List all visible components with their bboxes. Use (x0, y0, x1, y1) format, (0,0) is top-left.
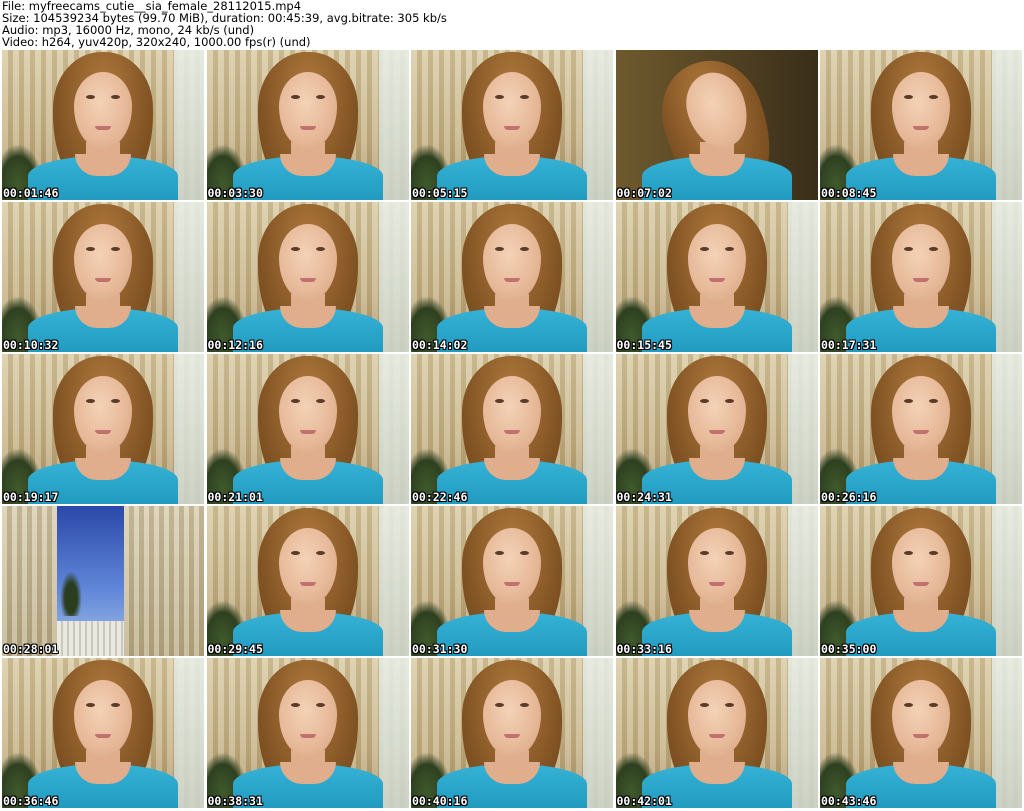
thumbnail-timestamp: 00:10:32 (3, 338, 59, 352)
thumbnail-timestamp: 00:03:30 (207, 186, 263, 200)
thumbnail: 00:19:17 (2, 354, 204, 504)
thumbnail: 00:24:31 (615, 354, 818, 504)
video-info-line: Video: h264, yuv420p, 320x240, 1000.00 f… (2, 35, 311, 49)
thumbnail-timestamp: 00:28:01 (3, 642, 59, 656)
thumbnail-timestamp: 00:31:30 (412, 642, 468, 656)
thumbnail: 00:38:31 (206, 658, 409, 808)
thumbnail: 00:10:32 (2, 202, 204, 352)
thumbnail: 00:15:45 (615, 202, 818, 352)
thumbnail: 00:17:31 (820, 202, 1022, 352)
thumbnail-timestamp: 00:12:16 (207, 338, 263, 352)
thumbnail-timestamp: 00:17:31 (821, 338, 877, 352)
thumbnail: 00:28:01 (2, 506, 204, 656)
thumbnail-timestamp: 00:22:46 (412, 490, 468, 504)
thumbnail: 00:21:01 (206, 354, 409, 504)
thumbnail-timestamp: 00:40:16 (412, 794, 468, 808)
thumbnail: 00:03:30 (206, 50, 409, 200)
thumbnail-grid: 00:01:46 00:03:30 00:05:15 00:07:02 00:0… (2, 50, 1022, 811)
thumbnail: 00:05:15 (411, 50, 613, 200)
thumbnail-timestamp: 00:15:45 (616, 338, 672, 352)
thumbnail-timestamp: 00:36:46 (3, 794, 59, 808)
file-info-header: File: myfreecams_cutie__sia_female_28112… (2, 0, 1022, 50)
thumbnail: 00:43:46 (820, 658, 1022, 808)
thumbnail-timestamp: 00:35:00 (821, 642, 877, 656)
thumbnail-timestamp: 00:19:17 (3, 490, 59, 504)
thumbnail: 00:40:16 (411, 658, 613, 808)
thumbnail-timestamp: 00:14:02 (412, 338, 468, 352)
thumbnail: 00:14:02 (411, 202, 613, 352)
thumbnail: 00:29:45 (206, 506, 409, 656)
thumbnail: 00:22:46 (411, 354, 613, 504)
thumbnail-timestamp: 00:08:45 (821, 186, 877, 200)
thumbnail: 00:42:01 (615, 658, 818, 808)
thumbnail-timestamp: 00:05:15 (412, 186, 468, 200)
thumbnail: 00:31:30 (411, 506, 613, 656)
thumbnail-timestamp: 00:21:01 (207, 490, 263, 504)
thumbnail: 00:36:46 (2, 658, 204, 808)
thumbnail: 00:07:02 (615, 50, 818, 200)
thumbnail: 00:01:46 (2, 50, 204, 200)
thumbnail-timestamp: 00:43:46 (821, 794, 877, 808)
thumbnail: 00:33:16 (615, 506, 818, 656)
thumbnail-timestamp: 00:07:02 (616, 186, 672, 200)
thumbnail: 00:35:00 (820, 506, 1022, 656)
thumbnail: 00:08:45 (820, 50, 1022, 200)
thumbnail-timestamp: 00:33:16 (616, 642, 672, 656)
thumbnail: 00:12:16 (206, 202, 409, 352)
thumbnail-timestamp: 00:26:16 (821, 490, 877, 504)
thumbnail-timestamp: 00:01:46 (3, 186, 59, 200)
thumbnail-timestamp: 00:38:31 (207, 794, 263, 808)
thumbnail-timestamp: 00:29:45 (207, 642, 263, 656)
thumbnail-timestamp: 00:24:31 (616, 490, 672, 504)
thumbnail: 00:26:16 (820, 354, 1022, 504)
thumbnail-timestamp: 00:42:01 (616, 794, 672, 808)
